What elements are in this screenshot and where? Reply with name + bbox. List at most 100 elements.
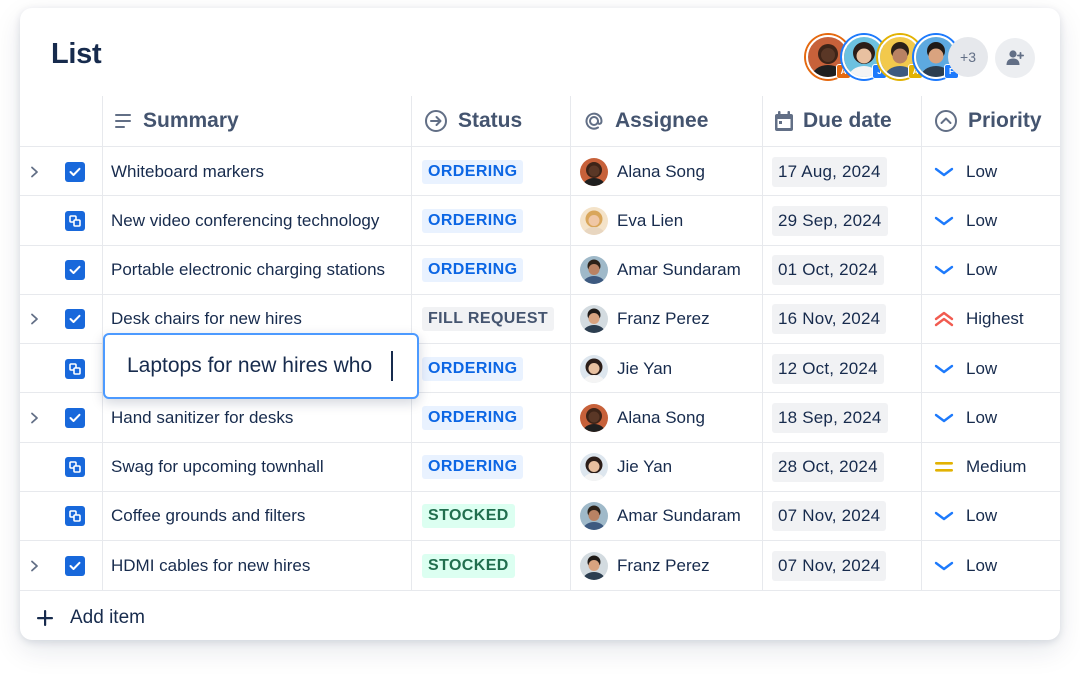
status-cell[interactable]: FILL REQUEST	[411, 294, 570, 344]
expand-toggle[interactable]	[20, 541, 48, 590]
task-checkbox-icon[interactable]	[65, 555, 85, 576]
expand-toggle[interactable]	[20, 295, 48, 344]
summary-cell[interactable]: Portable electronic charging stations	[102, 245, 411, 295]
chevron-right-icon[interactable]	[30, 166, 39, 178]
summary-edit-box[interactable]	[103, 333, 419, 399]
expand-toggle[interactable]	[20, 393, 48, 442]
due-date-cell[interactable]: 17 Aug, 2024	[762, 147, 921, 196]
due-date-pill[interactable]: 01 Oct, 2024	[772, 255, 884, 285]
priority-cell[interactable]: Low	[921, 147, 1060, 196]
task-checkbox-icon[interactable]	[65, 407, 85, 428]
table-row[interactable]: Coffee grounds and filters STOCKED Amar Su…	[20, 490, 1060, 541]
status-cell[interactable]: ORDERING	[411, 344, 570, 393]
due-date-cell[interactable]: 28 Oct, 2024	[762, 442, 921, 492]
priority-cell[interactable]: Low	[921, 344, 1060, 393]
due-date-pill[interactable]: 12 Oct, 2024	[772, 353, 884, 384]
summary-cell[interactable]: HDMI cables for new hires	[102, 541, 411, 590]
more-collaborators-badge[interactable]: +3	[948, 37, 988, 77]
status-cell[interactable]: ORDERING	[411, 442, 570, 492]
status-lozenge[interactable]: FILL REQUEST	[422, 307, 555, 332]
due-date-cell[interactable]: 12 Oct, 2024	[762, 344, 921, 393]
column-header-summary[interactable]: Summary	[102, 96, 411, 146]
due-date-cell[interactable]: 16 Nov, 2024	[762, 294, 921, 344]
priority-cell[interactable]: Low	[921, 196, 1060, 246]
status-cell[interactable]: STOCKED	[411, 541, 570, 590]
subtask-icon[interactable]	[65, 210, 85, 231]
status-lozenge[interactable]: ORDERING	[422, 405, 524, 430]
status-lozenge[interactable]: ORDERING	[422, 356, 524, 381]
due-date-pill[interactable]: 28 Oct, 2024	[772, 452, 884, 482]
assignee-cell[interactable]: Jie Yan	[570, 442, 762, 492]
issue-type-cell	[48, 443, 102, 492]
due-date-pill[interactable]: 17 Aug, 2024	[772, 156, 887, 187]
priority-cell[interactable]: Low	[921, 393, 1060, 443]
due-date-cell[interactable]: 29 Sep, 2024	[762, 196, 921, 246]
due-date-cell[interactable]: 07 Nov, 2024	[762, 491, 921, 541]
summary-cell[interactable]: Swag for upcoming townhall	[102, 442, 411, 492]
priority-low-icon	[934, 512, 954, 521]
subtask-icon[interactable]	[65, 457, 85, 477]
due-date-cell[interactable]: 18 Sep, 2024	[762, 393, 921, 443]
chevron-right-icon[interactable]	[30, 412, 39, 424]
priority-cell[interactable]: Low	[921, 541, 1060, 590]
status-lozenge[interactable]: STOCKED	[422, 553, 515, 578]
due-date-pill[interactable]: 07 Nov, 2024	[772, 501, 887, 532]
assignee-cell[interactable]: Alana Song	[570, 147, 762, 196]
priority-cell[interactable]: Low	[921, 491, 1060, 541]
summary-cell[interactable]: New video conferencing technology	[102, 196, 411, 246]
due-date-cell[interactable]: 01 Oct, 2024	[762, 245, 921, 295]
assignee-cell[interactable]: Amar Sundaram	[570, 491, 762, 541]
table-row[interactable]: Portable electronic charging stations ORD…	[20, 244, 1060, 295]
task-checkbox-icon[interactable]	[65, 161, 85, 182]
priority-label: Low	[966, 555, 998, 575]
at-sign-icon	[585, 112, 603, 130]
status-lozenge[interactable]: ORDERING	[422, 159, 524, 184]
subtask-icon[interactable]	[65, 358, 85, 379]
table-row[interactable]: Swag for upcoming townhall ORDERING Jie Ya…	[20, 441, 1060, 492]
assignee-cell[interactable]: Eva Lien	[570, 196, 762, 246]
assignee-cell[interactable]: Alana Song	[570, 393, 762, 443]
priority-cell[interactable]: Low	[921, 245, 1060, 295]
due-date-cell[interactable]: 07 Nov, 2024	[762, 541, 921, 590]
status-lozenge[interactable]: STOCKED	[422, 504, 515, 529]
priority-cell[interactable]: Highest	[921, 294, 1060, 344]
column-header-priority[interactable]: Priority	[921, 96, 1060, 146]
summary-cell[interactable]: Coffee grounds and filters	[102, 491, 411, 541]
add-item-button[interactable]: Add item	[36, 604, 145, 632]
table-row[interactable]: New video conferencing technology ORDERIN…	[20, 195, 1060, 246]
status-cell[interactable]: ORDERING	[411, 245, 570, 295]
table-row[interactable]: Hand sanitizer for desks ORDERING Alana So…	[20, 392, 1060, 443]
assignee-cell[interactable]: Franz Perez	[570, 541, 762, 590]
priority-cell[interactable]: Medium	[921, 442, 1060, 492]
column-header-due-date[interactable]: Due date	[762, 96, 921, 146]
status-lozenge[interactable]: ORDERING	[422, 208, 524, 233]
due-date-pill[interactable]: 18 Sep, 2024	[772, 402, 888, 433]
expand-toggle[interactable]	[20, 147, 48, 196]
column-header-status[interactable]: Status	[411, 96, 570, 146]
status-cell[interactable]: STOCKED	[411, 491, 570, 541]
status-cell[interactable]: ORDERING	[411, 393, 570, 443]
due-date-pill[interactable]: 07 Nov, 2024	[772, 550, 887, 581]
assignee-cell[interactable]: Franz Perez	[570, 294, 762, 344]
status-cell[interactable]: ORDERING	[411, 147, 570, 196]
status-lozenge[interactable]: ORDERING	[422, 455, 524, 479]
chevron-right-icon[interactable]	[30, 313, 39, 325]
add-person-button[interactable]	[995, 38, 1035, 78]
chevron-right-icon[interactable]	[30, 560, 39, 572]
subtask-icon[interactable]	[65, 506, 85, 527]
summary-cell[interactable]: Whiteboard markers	[102, 147, 411, 196]
table-row[interactable]: Whiteboard markers ORDERING Alana Song 17 A…	[20, 146, 1060, 196]
due-date-pill[interactable]: 16 Nov, 2024	[772, 304, 887, 335]
due-date-pill[interactable]: 29 Sep, 2024	[772, 205, 888, 236]
assignee-cell[interactable]: Jie Yan	[570, 344, 762, 393]
status-cell[interactable]: ORDERING	[411, 196, 570, 246]
status-lozenge[interactable]: ORDERING	[422, 258, 524, 282]
task-checkbox-icon[interactable]	[65, 260, 85, 280]
expand-toggle	[20, 246, 48, 295]
task-checkbox-icon[interactable]	[65, 309, 85, 330]
table-row[interactable]: HDMI cables for new hires STOCKED Franz Pe…	[20, 540, 1060, 590]
assignee-cell[interactable]: Amar Sundaram	[570, 245, 762, 295]
column-header-assignee[interactable]: Assignee	[570, 96, 762, 146]
summary-cell[interactable]: Hand sanitizer for desks	[102, 393, 411, 443]
summary-edit-input[interactable]	[127, 354, 389, 378]
